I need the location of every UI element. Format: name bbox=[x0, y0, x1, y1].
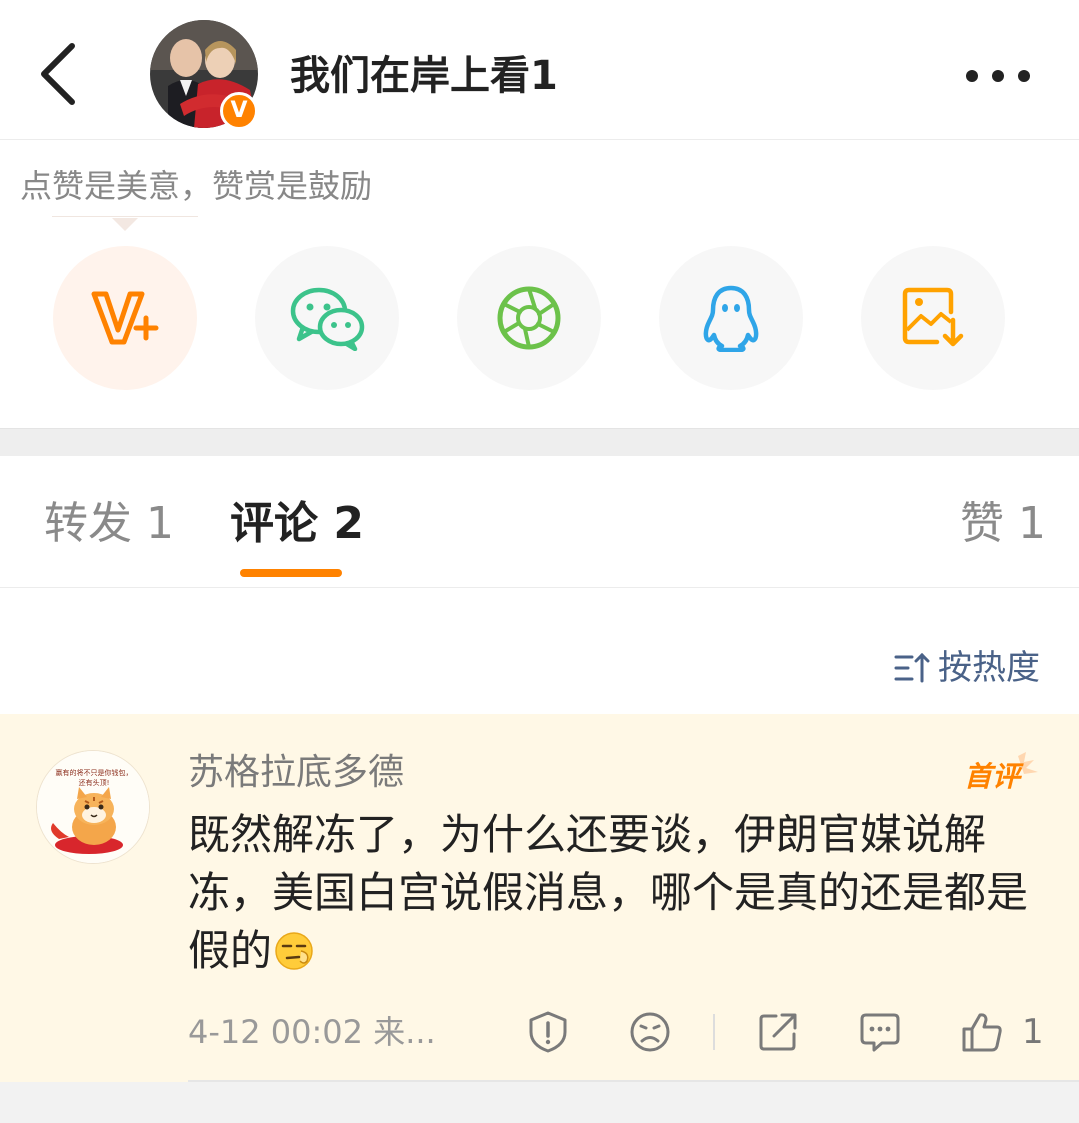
commenter-name[interactable]: 苏格拉底多德 bbox=[188, 748, 404, 798]
page-title[interactable]: 我们在岸上看1 bbox=[290, 50, 558, 102]
first-comment-badge: 首评 bbox=[962, 750, 1042, 796]
save-image-icon bbox=[902, 287, 964, 347]
active-tab-indicator bbox=[240, 569, 342, 577]
share-out-icon bbox=[759, 1013, 797, 1051]
comment-item: 赢有的将不只是你钱包， 还有头顶! 苏格拉底多德 首评 既然解冻了，为什么还要谈… bbox=[0, 714, 1079, 1082]
svg-text:赢有的将不只是你钱包，: 赢有的将不只是你钱包， bbox=[56, 768, 133, 777]
top-bar: V 我们在岸上看1 bbox=[0, 0, 1079, 140]
share-moments-button[interactable] bbox=[457, 246, 601, 390]
reply-icon bbox=[860, 1013, 900, 1052]
bottom-divider bbox=[0, 1082, 1079, 1123]
more-button[interactable] bbox=[960, 56, 1040, 96]
comment-meta: 4-12 00:02 来... bbox=[188, 1013, 436, 1051]
reward-hint: 点赞是美意，赞赏是鼓励 bbox=[20, 167, 373, 205]
skeptical-face-emoji bbox=[275, 932, 313, 970]
section-divider bbox=[0, 428, 1079, 456]
like-button[interactable] bbox=[958, 1008, 1006, 1056]
more-dots-icon bbox=[966, 70, 1030, 82]
author-avatar[interactable]: V bbox=[150, 20, 258, 130]
share-comment-button[interactable] bbox=[754, 1008, 802, 1056]
share-vplus-button[interactable] bbox=[53, 246, 197, 390]
dislike-button[interactable] bbox=[626, 1008, 674, 1056]
report-button[interactable] bbox=[524, 1008, 572, 1056]
dislike-face-icon bbox=[630, 1012, 670, 1052]
reply-button[interactable] bbox=[856, 1008, 904, 1056]
tab-reposts[interactable]: 转发 1 bbox=[44, 496, 174, 552]
commenter-avatar[interactable]: 赢有的将不只是你钱包， 还有头顶! bbox=[36, 750, 150, 864]
sort-label: 按热度 bbox=[938, 648, 1040, 688]
back-button[interactable] bbox=[30, 38, 90, 110]
hint-caret bbox=[112, 218, 138, 231]
wechat-icon bbox=[290, 287, 365, 351]
verified-badge: V bbox=[220, 92, 258, 130]
hint-underline bbox=[52, 216, 198, 217]
action-divider bbox=[713, 1014, 715, 1050]
thumbs-up-icon bbox=[962, 1013, 1002, 1052]
share-save-image-button[interactable] bbox=[861, 246, 1005, 390]
sort-button[interactable]: 按热度 bbox=[894, 644, 1040, 692]
share-wechat-button[interactable] bbox=[255, 246, 399, 390]
tab-comments[interactable]: 评论 2 bbox=[230, 496, 364, 552]
tab-bar: 转发 1 评论 2 赞 1 bbox=[0, 456, 1079, 588]
svg-text:还有头顶!: 还有头顶! bbox=[79, 778, 110, 787]
sort-icon bbox=[894, 652, 930, 683]
tab-likes[interactable]: 赞 1 bbox=[960, 496, 1046, 552]
moments-shutter-icon bbox=[497, 286, 561, 350]
report-icon bbox=[529, 1011, 567, 1053]
v-plus-icon bbox=[91, 291, 159, 345]
first-comment-badge-label: 首评 bbox=[964, 760, 1024, 793]
like-count: 1 bbox=[1022, 1012, 1044, 1052]
chevron-left-icon bbox=[41, 43, 75, 105]
comment-text: 既然解冻了，为什么还要谈，伊朗官媒说解冻，美国白宫说假消息，哪个是真的还是都是假… bbox=[188, 806, 1048, 980]
qq-penguin-icon bbox=[703, 285, 759, 352]
share-qq-button[interactable] bbox=[659, 246, 803, 390]
